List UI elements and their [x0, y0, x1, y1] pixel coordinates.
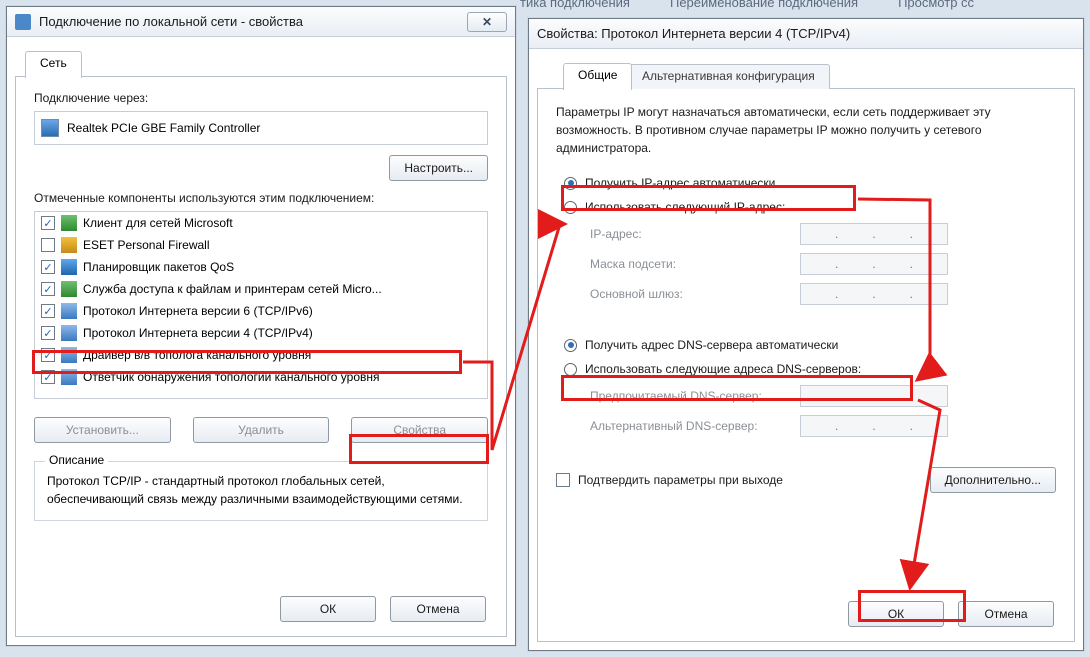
adapter-icon — [41, 119, 59, 137]
adapter-field[interactable]: Realtek PCIe GBE Family Controller — [34, 111, 488, 145]
checkbox-icon[interactable] — [41, 370, 55, 384]
component-icon — [61, 259, 77, 275]
checkbox-icon[interactable] — [41, 260, 55, 274]
tab-network[interactable]: Сеть — [25, 51, 82, 78]
ok-button[interactable]: ОК — [280, 596, 376, 622]
component-icon — [61, 237, 77, 253]
checkbox-icon[interactable] — [41, 326, 55, 340]
tab-general[interactable]: Общие — [563, 63, 632, 90]
dns-alt-label: Альтернативный DNS-сервер: — [560, 419, 800, 433]
description-legend: Описание — [45, 453, 108, 467]
list-item[interactable]: ESET Personal Firewall — [35, 234, 487, 256]
titlebar[interactable]: Подключение по локальной сети - свойства… — [7, 7, 515, 37]
gateway-label: Основной шлюз: — [560, 287, 800, 301]
component-label: Драйвер в/в тополога канального уровня — [83, 348, 311, 362]
checkbox-icon[interactable] — [41, 216, 55, 230]
toolbar-item[interactable]: Просмотр сс — [898, 0, 974, 13]
list-item[interactable]: Клиент для сетей Microsoft — [35, 212, 487, 234]
remove-button[interactable]: Удалить — [193, 417, 330, 443]
component-icon — [61, 347, 77, 363]
cancel-button[interactable]: Отмена — [958, 601, 1054, 627]
ip-address-input: ... — [800, 223, 948, 245]
radio-icon — [564, 363, 577, 376]
component-label: Ответчик обнаружения топологии канальног… — [83, 370, 380, 384]
advanced-button[interactable]: Дополнительно... — [930, 467, 1056, 493]
dns-pref-input: ... — [800, 385, 948, 407]
toolbar-item[interactable]: тика подключения — [520, 0, 630, 13]
radio-icon — [564, 201, 577, 214]
titlebar[interactable]: Свойства: Протокол Интернета версии 4 (T… — [529, 19, 1083, 49]
list-item[interactable]: Драйвер в/в тополога канального уровня — [35, 344, 487, 366]
cancel-button[interactable]: Отмена — [390, 596, 486, 622]
component-icon — [61, 281, 77, 297]
ip-address-label: IP-адрес: — [560, 227, 800, 241]
component-label: Протокол Интернета версии 4 (TCP/IPv4) — [83, 326, 313, 340]
list-item[interactable]: Ответчик обнаружения топологии канальног… — [35, 366, 487, 388]
list-item[interactable]: Протокол Интернета версии 6 (TCP/IPv6) — [35, 300, 487, 322]
lan-properties-dialog: Подключение по локальной сети - свойства… — [6, 6, 516, 646]
radio-dns-manual[interactable]: Использовать следующие адреса DNS-сервер… — [556, 357, 1056, 381]
window-title: Свойства: Протокол Интернета версии 4 (T… — [537, 26, 1075, 41]
component-label: Протокол Интернета версии 6 (TCP/IPv6) — [83, 304, 313, 318]
network-icon — [15, 14, 31, 30]
dns-pref-label: Предпочитаемый DNS-сервер: — [560, 389, 800, 403]
radio-ip-manual[interactable]: Использовать следующий IP-адрес: — [556, 195, 1056, 219]
component-label: Клиент для сетей Microsoft — [83, 216, 233, 230]
connect-via-label: Подключение через: — [34, 91, 488, 105]
install-button[interactable]: Установить... — [34, 417, 171, 443]
radio-dns-auto[interactable]: Получить адрес DNS-сервера автоматически — [556, 333, 1056, 357]
dns-alt-input: ... — [800, 415, 948, 437]
checkbox-icon[interactable] — [41, 348, 55, 362]
component-label: Служба доступа к файлам и принтерам сете… — [83, 282, 382, 296]
ipv4-properties-dialog: Свойства: Протокол Интернета версии 4 (T… — [528, 18, 1084, 651]
adapter-name: Realtek PCIe GBE Family Controller — [67, 121, 260, 135]
checkbox-icon[interactable] — [41, 238, 55, 252]
configure-button[interactable]: Настроить... — [389, 155, 488, 181]
components-list[interactable]: Клиент для сетей Microsoft ESET Personal … — [34, 211, 488, 399]
gateway-input: ... — [800, 283, 948, 305]
intro-text: Параметры IP могут назначаться автоматич… — [556, 103, 1056, 157]
window-title: Подключение по локальной сети - свойства — [39, 14, 459, 29]
component-label: ESET Personal Firewall — [83, 238, 210, 252]
subnet-mask-label: Маска подсети: — [560, 257, 800, 271]
components-label: Отмеченные компоненты используются этим … — [34, 191, 488, 205]
validate-checkbox[interactable]: Подтвердить параметры при выходе — [556, 473, 783, 487]
checkbox-icon — [556, 473, 570, 487]
checkbox-icon[interactable] — [41, 282, 55, 296]
subnet-mask-input: ... — [800, 253, 948, 275]
list-item[interactable]: Служба доступа к файлам и принтерам сете… — [35, 278, 487, 300]
toolbar-item[interactable]: Переименование подключения — [670, 0, 858, 13]
checkbox-icon[interactable] — [41, 304, 55, 318]
component-label: Планировщик пакетов QoS — [83, 260, 234, 274]
component-icon — [61, 325, 77, 341]
radio-icon — [564, 339, 577, 352]
list-item[interactable]: Планировщик пакетов QoS — [35, 256, 487, 278]
component-icon — [61, 369, 77, 385]
radio-ip-auto[interactable]: Получить IP-адрес автоматически — [556, 171, 1056, 195]
component-icon — [61, 215, 77, 231]
ok-button[interactable]: ОК — [848, 601, 944, 627]
tab-alt-config[interactable]: Альтернативная конфигурация — [627, 64, 830, 89]
radio-icon — [564, 177, 577, 190]
component-icon — [61, 303, 77, 319]
close-icon[interactable]: ✕ — [467, 12, 507, 32]
description-text: Протокол TCP/IP - стандартный протокол г… — [47, 472, 475, 508]
properties-button[interactable]: Свойства — [351, 417, 488, 443]
list-item-ipv4[interactable]: Протокол Интернета версии 4 (TCP/IPv4) — [35, 322, 487, 344]
